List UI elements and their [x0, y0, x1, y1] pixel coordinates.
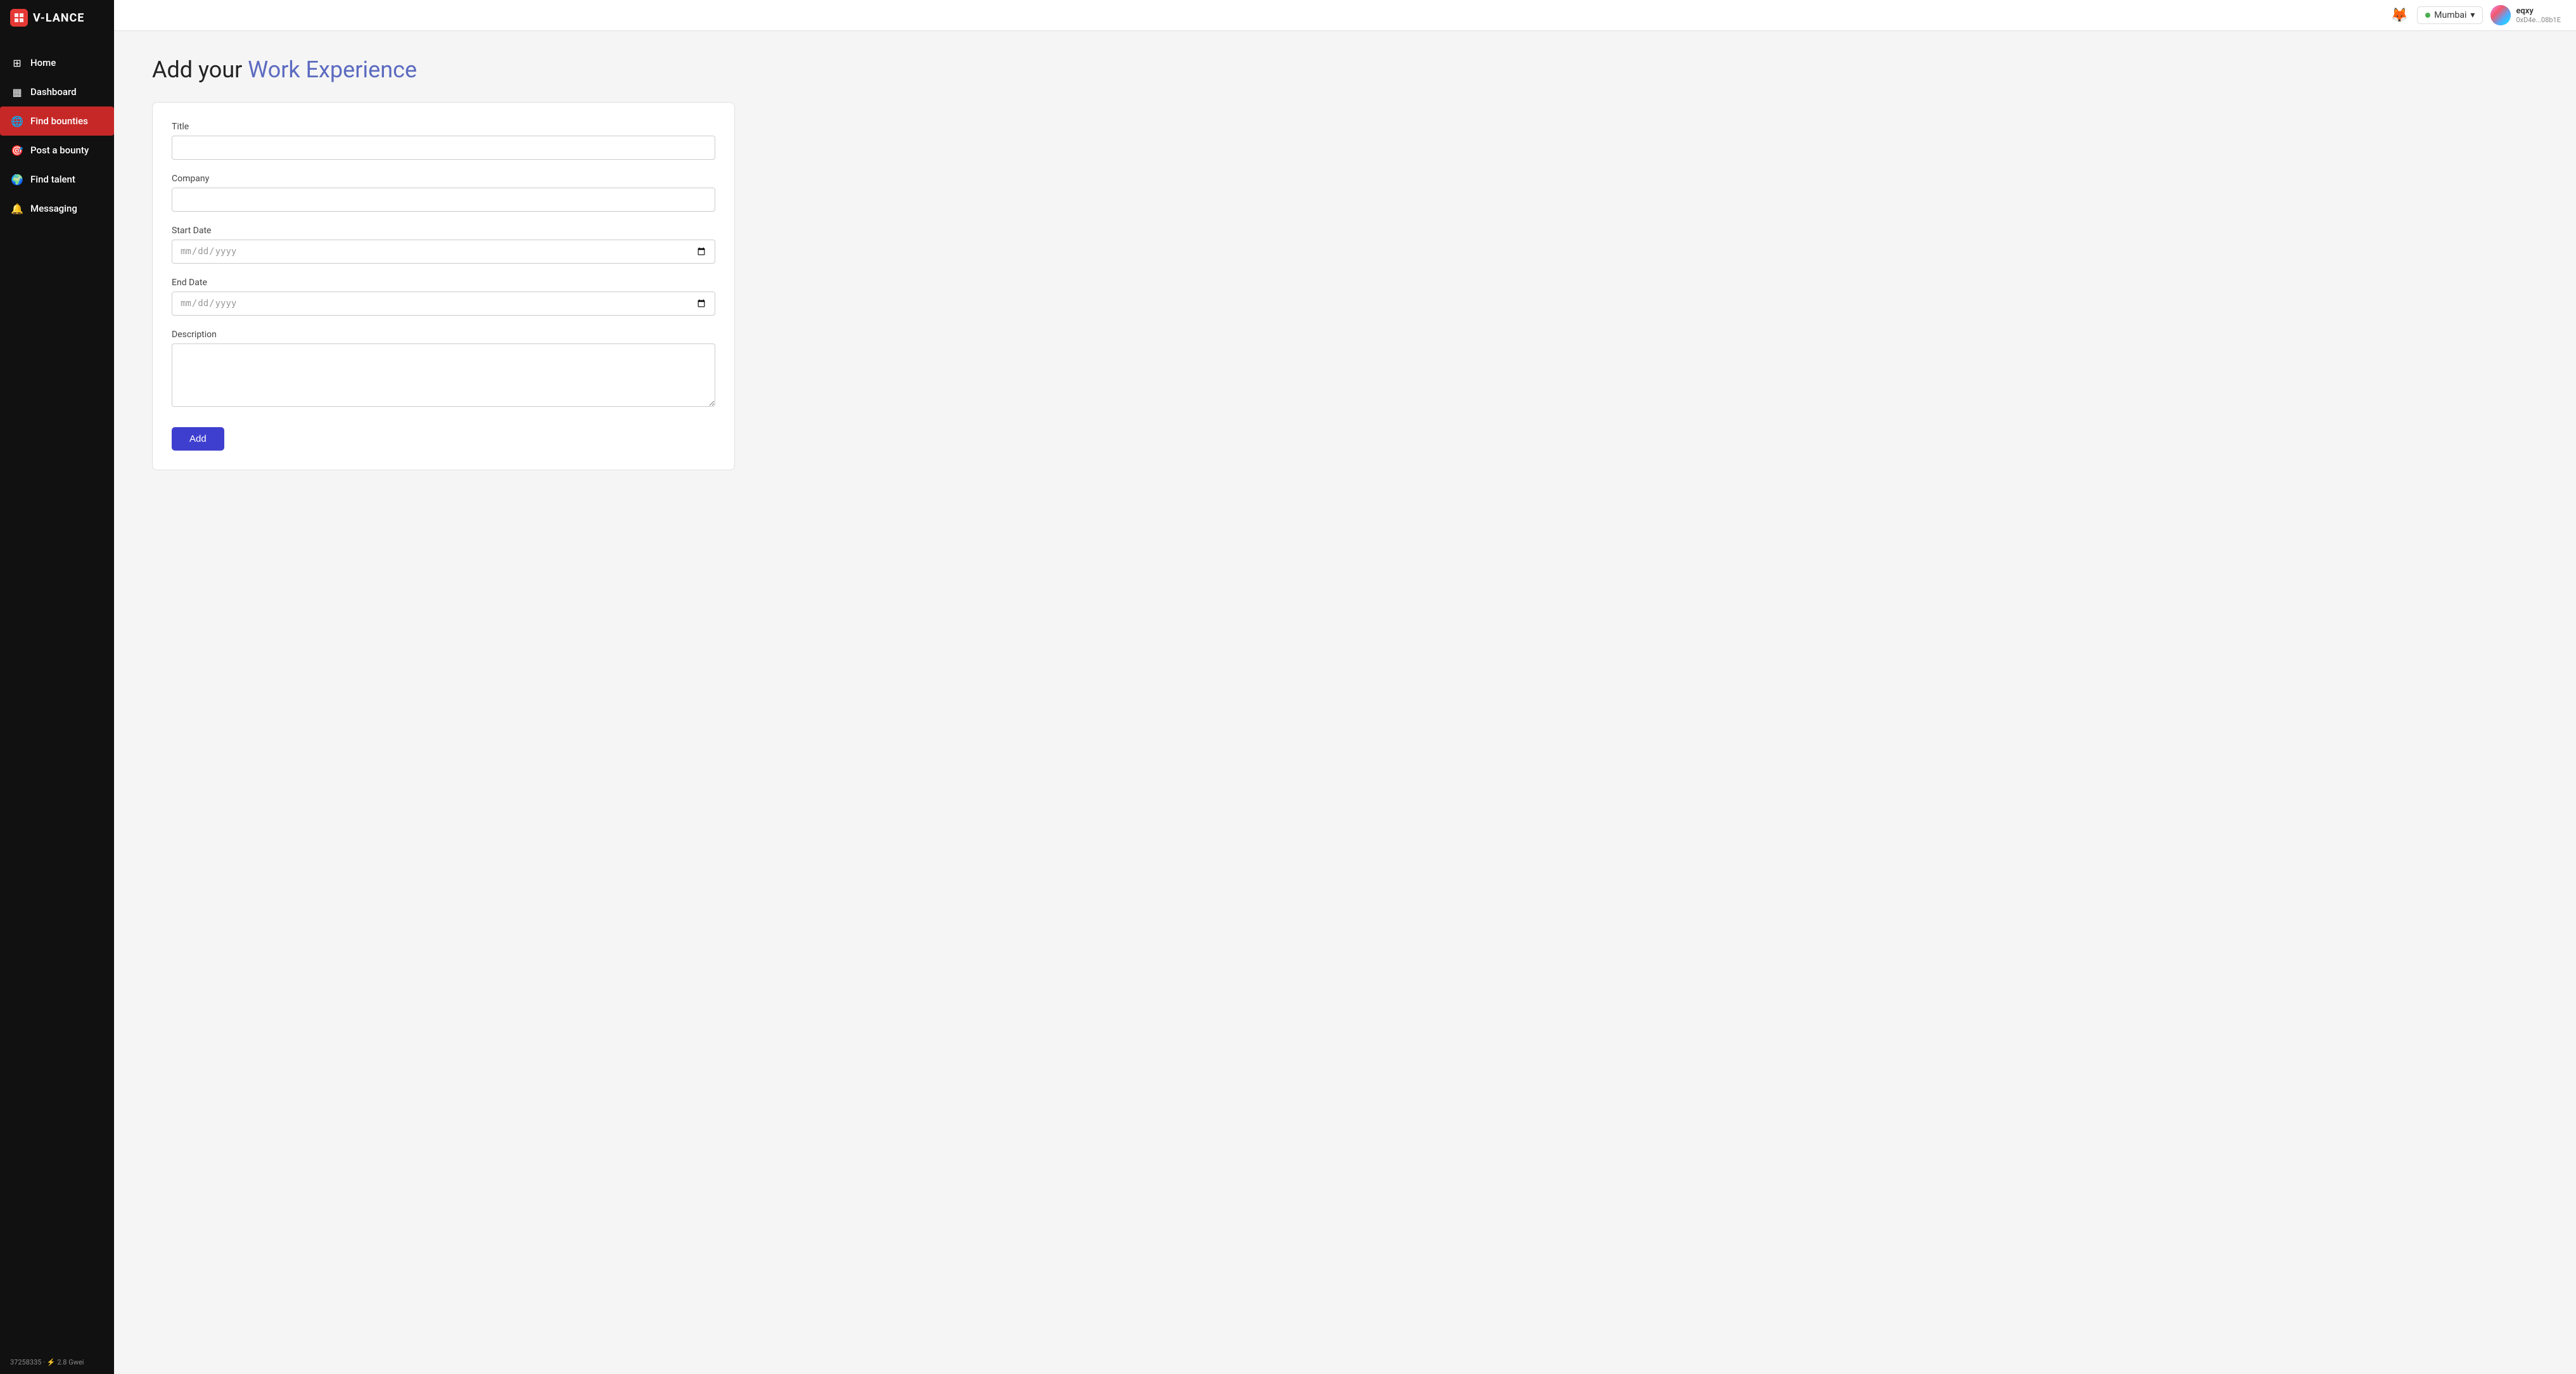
description-label: Description: [172, 330, 715, 340]
company-field-group: Company: [172, 174, 715, 212]
chevron-down-icon: ▾: [2470, 10, 2475, 20]
start-date-field-group: Start Date: [172, 226, 715, 264]
end-date-input[interactable]: [172, 292, 715, 316]
logo-text: V-LANCE: [33, 11, 84, 25]
company-input[interactable]: [172, 188, 715, 212]
metamask-icon: 🦊: [2389, 5, 2409, 25]
sidebar-item-dashboard[interactable]: ▦ Dashboard: [0, 77, 114, 106]
sidebar-navigation: ⊞ Home ▦ Dashboard 🌐 Find bounties 🎯 Pos…: [0, 48, 114, 1351]
start-date-input[interactable]: [172, 240, 715, 264]
user-info: eqxy 0xD4e...08b1E: [2516, 6, 2561, 24]
title-input[interactable]: [172, 136, 715, 160]
find-bounties-icon: 🌐: [10, 114, 24, 128]
sidebar-item-dashboard-label: Dashboard: [30, 86, 77, 98]
messaging-icon: 🔔: [10, 202, 24, 215]
main-area: 🦊 Mumbai ▾ eqxy 0xD4e...08b1E Add your W…: [114, 0, 2576, 1374]
user-address: 0xD4e...08b1E: [2516, 16, 2561, 24]
network-name: Mumbai: [2434, 10, 2466, 20]
work-experience-form-card: Title Company Start Date End Date Descri…: [152, 102, 735, 470]
title-label: Title: [172, 122, 715, 132]
end-date-label: End Date: [172, 278, 715, 288]
sidebar-item-home-label: Home: [30, 57, 56, 68]
metamask-fox-icon: 🦊: [2391, 8, 2408, 23]
home-icon: ⊞: [10, 56, 24, 70]
sidebar-item-post-bounty[interactable]: 🎯 Post a bounty: [0, 136, 114, 165]
sidebar-item-find-talent[interactable]: 🌍 Find talent: [0, 165, 114, 194]
start-date-label: Start Date: [172, 226, 715, 236]
user-profile[interactable]: eqxy 0xD4e...08b1E: [2490, 5, 2561, 25]
sidebar: V-LANCE ⊞ Home ▦ Dashboard 🌐 Find bounti…: [0, 0, 114, 1374]
avatar-image: [2490, 5, 2511, 25]
description-field-group: Description: [172, 330, 715, 409]
sidebar-item-find-talent-label: Find talent: [30, 174, 75, 185]
page-title: Add your Work Experience: [152, 56, 2538, 83]
network-selector[interactable]: Mumbai ▾: [2417, 6, 2483, 24]
page-title-static: Add your: [152, 56, 248, 83]
end-date-field-group: End Date: [172, 278, 715, 316]
footer-text: 37258335 · ⚡ 2.8 Gwei: [10, 1358, 84, 1366]
add-button[interactable]: Add: [172, 427, 224, 451]
company-label: Company: [172, 174, 715, 184]
network-status-dot: [2425, 13, 2430, 18]
sidebar-item-post-bounty-label: Post a bounty: [30, 144, 89, 156]
description-textarea[interactable]: [172, 344, 715, 407]
sidebar-item-messaging[interactable]: 🔔 Messaging: [0, 194, 114, 223]
page-title-accent: Work Experience: [248, 56, 417, 83]
app-logo: V-LANCE: [0, 0, 114, 35]
user-name: eqxy: [2516, 6, 2561, 16]
sidebar-item-messaging-label: Messaging: [30, 203, 77, 214]
find-talent-icon: 🌍: [10, 172, 24, 186]
title-field-group: Title: [172, 122, 715, 160]
sidebar-item-find-bounties-label: Find bounties: [30, 115, 88, 127]
sidebar-footer: 37258335 · ⚡ 2.8 Gwei: [0, 1351, 114, 1374]
logo-icon: [10, 9, 28, 27]
content-area: Add your Work Experience Title Company S…: [114, 31, 2576, 1374]
avatar: [2490, 5, 2511, 25]
sidebar-item-home[interactable]: ⊞ Home: [0, 48, 114, 77]
header: 🦊 Mumbai ▾ eqxy 0xD4e...08b1E: [114, 0, 2576, 31]
sidebar-item-find-bounties[interactable]: 🌐 Find bounties: [0, 106, 114, 136]
dashboard-icon: ▦: [10, 85, 24, 99]
post-bounty-icon: 🎯: [10, 143, 24, 157]
